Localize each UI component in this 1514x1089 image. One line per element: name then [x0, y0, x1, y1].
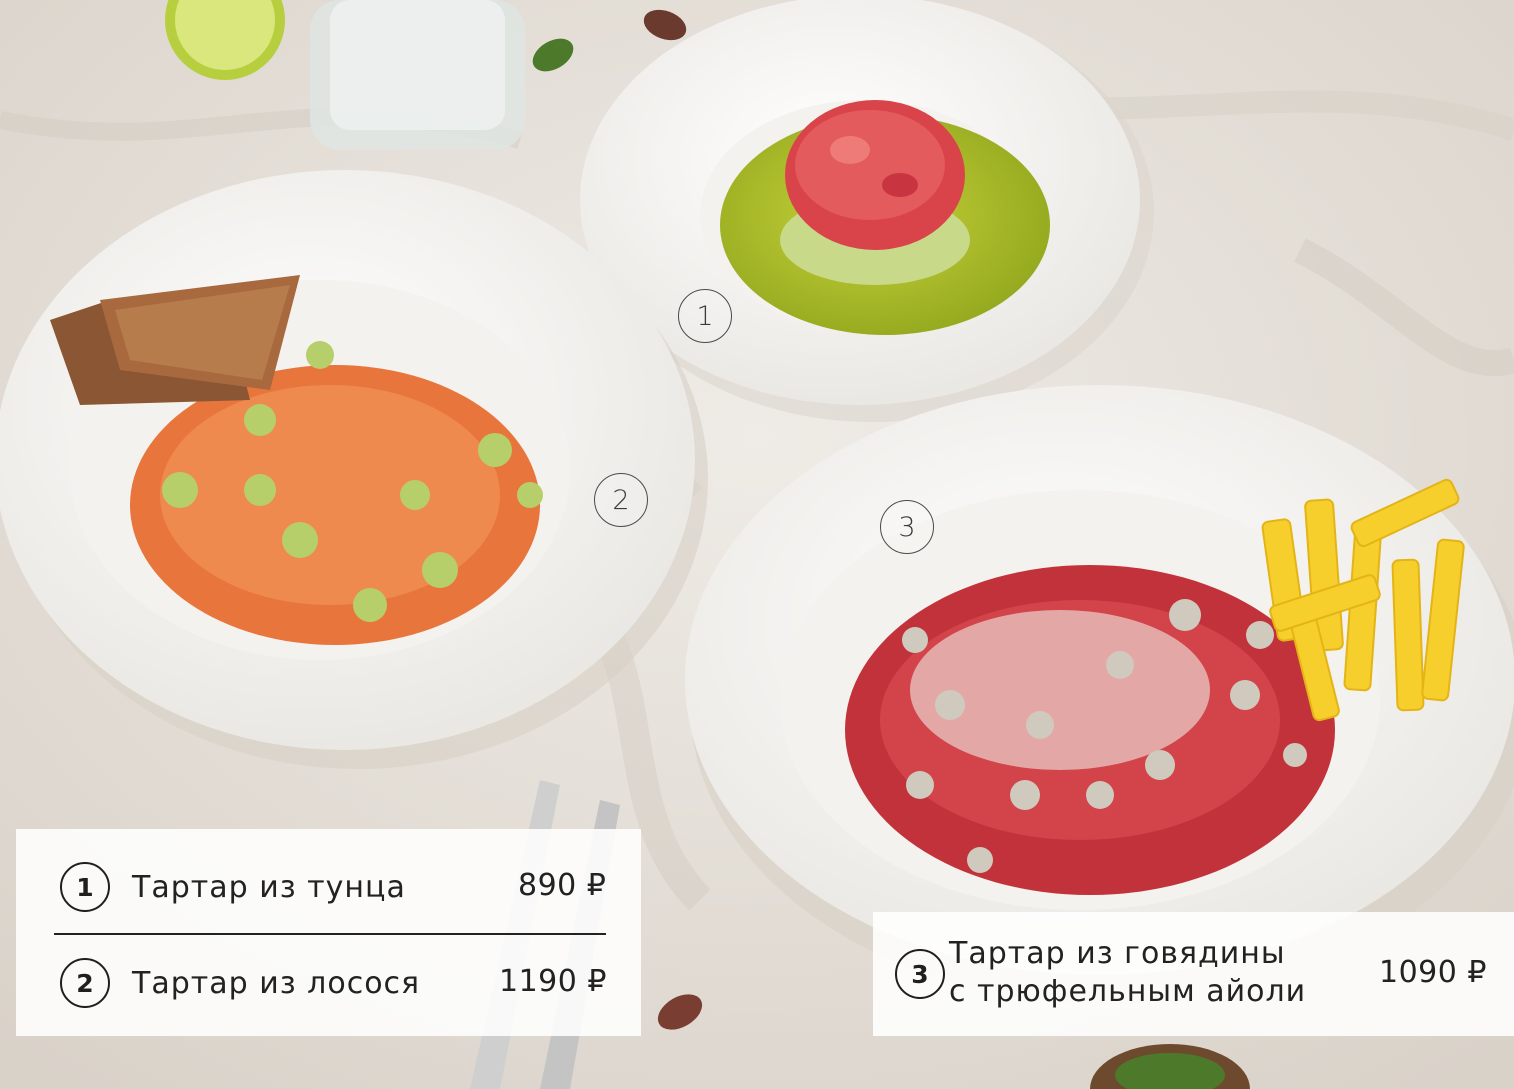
menu-name-1: Тартар из тунца — [132, 869, 406, 905]
menu-price-1: 890 ₽ — [518, 868, 607, 903]
menu-number-2: 2 — [60, 958, 110, 1008]
menu-price-2: 1190 ₽ — [499, 964, 607, 999]
menu-panel-left: 1 Тартар из тунца 890 ₽ 2 Тартар из лосо… — [16, 829, 641, 1036]
menu-row-2: 2 Тартар из лосося — [60, 958, 420, 1008]
food-photo: 1 2 3 1 Тартар из тунца 890 ₽ 2 Тартар и… — [0, 0, 1514, 1089]
menu-name-2: Тартар из лосося — [132, 965, 421, 1001]
menu-number-1: 1 — [60, 862, 110, 912]
menu-divider — [54, 933, 606, 935]
menu-name-3-line2: с трюфельным айоли — [949, 974, 1307, 1009]
marker-2: 2 — [594, 473, 648, 527]
menu-number-3: 3 — [895, 949, 945, 999]
menu-panel-right: 3 Тартар из говядины с трюфельным айоли … — [873, 912, 1514, 1036]
menu-price-3: 1090 ₽ — [1379, 955, 1487, 990]
menu-row-1: 1 Тартар из тунца — [60, 862, 406, 912]
menu-name-3-line1: Тартар из говядины — [949, 936, 1286, 971]
marker-3: 3 — [880, 500, 934, 554]
marker-1: 1 — [678, 289, 732, 343]
